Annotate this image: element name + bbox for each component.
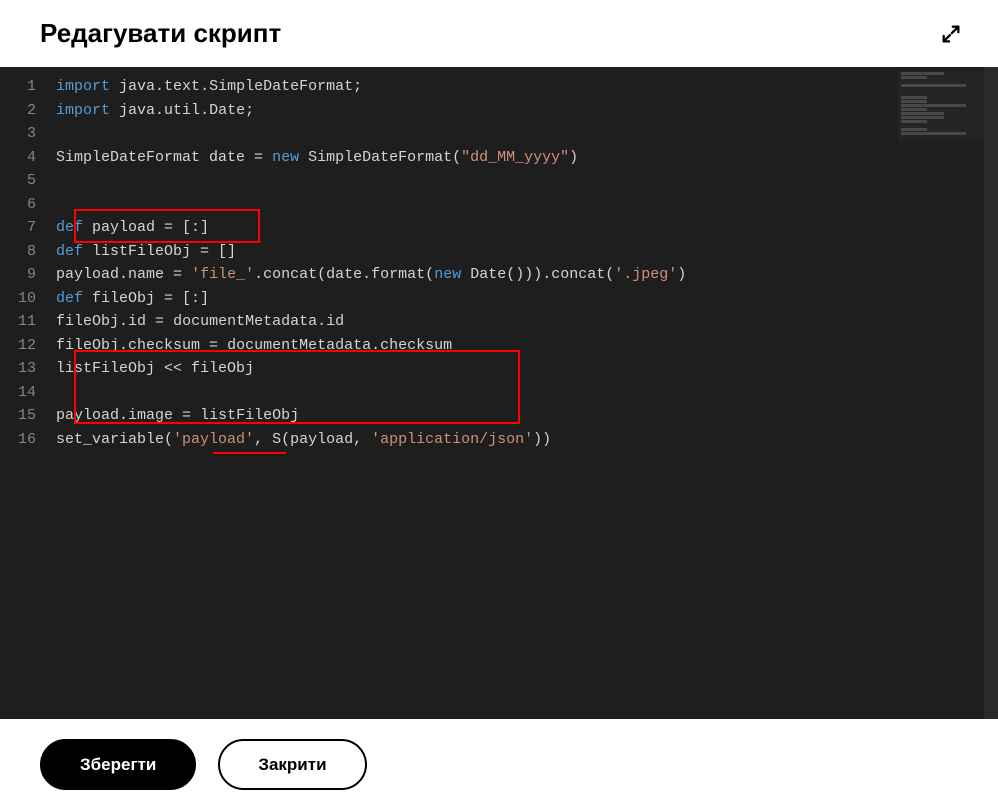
line-number: 10 (0, 287, 56, 311)
line-number: 2 (0, 99, 56, 123)
expand-icon (940, 23, 962, 45)
modal-footer: Зберегти Закрити (0, 719, 998, 803)
minimap[interactable] (898, 71, 984, 141)
modal-title: Редагувати скрипт (40, 18, 281, 49)
line-number: 9 (0, 263, 56, 287)
line-number: 5 (0, 169, 56, 193)
code-line[interactable]: payload.name = 'file_'.concat(date.forma… (56, 263, 998, 287)
line-number: 13 (0, 357, 56, 381)
line-number: 12 (0, 334, 56, 358)
line-number: 11 (0, 310, 56, 334)
close-button[interactable]: Закрити (218, 739, 366, 790)
line-number: 3 (0, 122, 56, 146)
code-line[interactable]: set_variable('payload', S(payload, 'appl… (56, 428, 998, 452)
code-line[interactable]: def payload = [:] (56, 216, 998, 240)
save-button[interactable]: Зберегти (40, 739, 196, 790)
code-line[interactable] (56, 122, 998, 146)
code-line[interactable]: def listFileObj = [] (56, 240, 998, 264)
line-number: 14 (0, 381, 56, 405)
code-editor[interactable]: 12345678910111213141516 import java.text… (0, 67, 998, 719)
code-line[interactable] (56, 169, 998, 193)
code-area[interactable]: import java.text.SimpleDateFormat;import… (56, 67, 998, 719)
code-line[interactable] (56, 381, 998, 405)
modal-header: Редагувати скрипт (0, 0, 998, 67)
vertical-scrollbar[interactable] (984, 67, 998, 719)
expand-button[interactable] (940, 23, 962, 45)
code-line[interactable]: fileObj.id = documentMetadata.id (56, 310, 998, 334)
code-line[interactable]: def fileObj = [:] (56, 287, 998, 311)
line-number: 6 (0, 193, 56, 217)
code-line[interactable]: fileObj.checksum = documentMetadata.chec… (56, 334, 998, 358)
line-number: 15 (0, 404, 56, 428)
code-line[interactable]: import java.text.SimpleDateFormat; (56, 75, 998, 99)
code-line[interactable]: SimpleDateFormat date = new SimpleDateFo… (56, 146, 998, 170)
line-gutter: 12345678910111213141516 (0, 67, 56, 719)
line-number: 16 (0, 428, 56, 452)
code-line[interactable]: payload.image = listFileObj (56, 404, 998, 428)
code-line[interactable] (56, 193, 998, 217)
line-number: 7 (0, 216, 56, 240)
code-line[interactable]: listFileObj << fileObj (56, 357, 998, 381)
line-number: 1 (0, 75, 56, 99)
line-number: 4 (0, 146, 56, 170)
code-line[interactable]: import java.util.Date; (56, 99, 998, 123)
line-number: 8 (0, 240, 56, 264)
